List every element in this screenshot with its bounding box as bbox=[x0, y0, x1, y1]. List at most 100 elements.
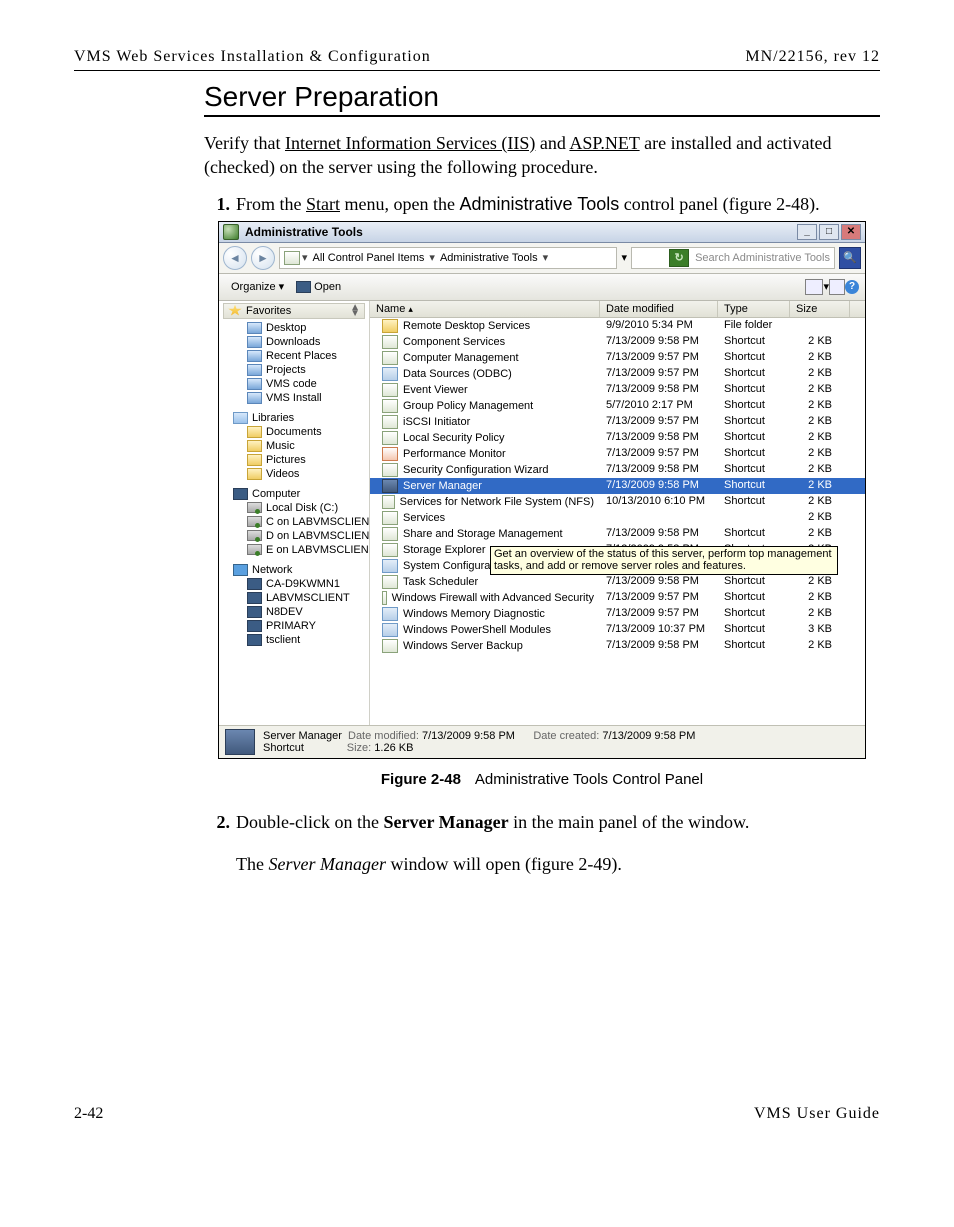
search-go-button[interactable]: 🔍 bbox=[839, 247, 861, 269]
list-item[interactable]: Local Security Policy7/13/2009 9:58 PMSh… bbox=[370, 430, 865, 446]
folder-icon bbox=[247, 454, 262, 466]
col-date[interactable]: Date modified bbox=[600, 301, 718, 317]
header-rule bbox=[74, 70, 880, 71]
forward-button[interactable]: ► bbox=[251, 246, 275, 270]
details-pane: Server Manager Date modified: 7/13/2009 … bbox=[219, 725, 865, 758]
open-button[interactable]: Open bbox=[290, 279, 347, 295]
list-item[interactable]: Share and Storage Management7/13/2009 9:… bbox=[370, 526, 865, 542]
col-type[interactable]: Type bbox=[718, 301, 790, 317]
sidebar-item[interactable]: CA-D9KWMN1 bbox=[219, 577, 369, 591]
sidebar-item[interactable]: C on LABVMSCLIENT bbox=[219, 515, 369, 529]
sidebar-item[interactable]: Documents bbox=[219, 425, 369, 439]
minimize-button[interactable]: _ bbox=[797, 224, 817, 240]
list-item[interactable]: Event Viewer7/13/2009 9:58 PMShortcut2 K… bbox=[370, 382, 865, 398]
back-button[interactable]: ◄ bbox=[223, 246, 247, 270]
folder-icon bbox=[247, 392, 262, 404]
sidebar-item[interactable]: PRIMARY bbox=[219, 619, 369, 633]
shortcut-icon bbox=[382, 335, 398, 349]
window-titlebar[interactable]: Administrative Tools _ □ ✕ bbox=[219, 222, 865, 243]
preview-pane-button[interactable] bbox=[829, 279, 845, 295]
sidebar-item[interactable]: Pictures bbox=[219, 453, 369, 467]
sidebar-item[interactable]: LABVMSCLIENT bbox=[219, 591, 369, 605]
refresh-icon[interactable]: ↻ bbox=[669, 249, 689, 267]
list-item[interactable]: Data Sources (ODBC)7/13/2009 9:57 PMShor… bbox=[370, 366, 865, 382]
folder-icon bbox=[382, 319, 398, 333]
search-input[interactable]: ↻ Search Administrative Tools bbox=[631, 247, 835, 269]
organize-menu[interactable]: Organize ▾ bbox=[225, 278, 290, 295]
shortcut-icon bbox=[382, 559, 398, 573]
sidebar-item[interactable]: VMS code bbox=[219, 377, 369, 391]
sidebar-item[interactable]: Recent Places bbox=[219, 349, 369, 363]
col-size[interactable]: Size bbox=[790, 301, 850, 317]
control-panel-icon bbox=[284, 251, 300, 265]
folder-icon bbox=[247, 378, 262, 390]
intro-paragraph: Verify that Internet Information Service… bbox=[204, 131, 880, 180]
list-item[interactable]: Remote Desktop Services9/9/2010 5:34 PMF… bbox=[370, 318, 865, 334]
section-rule bbox=[204, 115, 880, 117]
list-item[interactable]: Windows Memory Diagnostic7/13/2009 9:57 … bbox=[370, 606, 865, 622]
shortcut-icon bbox=[382, 447, 398, 461]
sidebar-item[interactable]: Videos bbox=[219, 467, 369, 481]
list-item[interactable]: Performance Monitor7/13/2009 9:57 PMShor… bbox=[370, 446, 865, 462]
system-menu-icon[interactable] bbox=[223, 224, 239, 240]
maximize-button[interactable]: □ bbox=[819, 224, 839, 240]
sidebar-item[interactable]: Music bbox=[219, 439, 369, 453]
folder-icon bbox=[247, 336, 262, 348]
sidebar-item[interactable]: VMS Install bbox=[219, 391, 369, 405]
list-item[interactable]: iSCSI Initiator7/13/2009 9:57 PMShortcut… bbox=[370, 414, 865, 430]
drive-icon bbox=[247, 530, 262, 541]
sidebar-item[interactable]: N8DEV bbox=[219, 605, 369, 619]
close-button[interactable]: ✕ bbox=[841, 224, 861, 240]
section-title: Server Preparation bbox=[204, 81, 880, 113]
view-options-button[interactable] bbox=[805, 279, 823, 295]
shortcut-icon bbox=[382, 543, 398, 557]
shortcut-icon bbox=[382, 607, 398, 621]
col-name[interactable]: Name ▴ bbox=[370, 301, 600, 317]
sidebar-item[interactable]: E on LABVMSCLIENT bbox=[219, 543, 369, 557]
list-item[interactable]: Computer Management7/13/2009 9:57 PMShor… bbox=[370, 350, 865, 366]
sidebar-item[interactable]: D on LABVMSCLIENT bbox=[219, 529, 369, 543]
explorer-toolbar: Organize ▾ Open ▾ ? bbox=[219, 274, 865, 301]
shortcut-icon bbox=[382, 591, 387, 605]
sidebar-item[interactable]: Local Disk (C:) bbox=[219, 501, 369, 515]
shortcut-icon bbox=[382, 623, 398, 637]
screenshot-admin-tools: Administrative Tools _ □ ✕ ◄ ► ▾ All Con… bbox=[218, 221, 866, 759]
list-item[interactable]: Component Services7/13/2009 9:58 PMShort… bbox=[370, 334, 865, 350]
list-item[interactable]: Group Policy Management5/7/2010 2:17 PMS… bbox=[370, 398, 865, 414]
sidebar-item[interactable]: tsclient bbox=[219, 633, 369, 647]
page-number: 2-42 bbox=[74, 1105, 103, 1123]
folder-icon bbox=[247, 620, 262, 632]
breadcrumb[interactable]: ▾ All Control Panel Items ▾ Administrati… bbox=[279, 247, 617, 269]
folder-icon bbox=[247, 578, 262, 590]
sidebar-item[interactable]: Projects bbox=[219, 363, 369, 377]
list-item[interactable]: Services for Network File System (NFS)10… bbox=[370, 494, 865, 510]
details-thumbnail-icon bbox=[225, 729, 255, 755]
folder-icon bbox=[247, 468, 262, 480]
list-item[interactable]: Server Manager7/13/2009 9:58 PMShortcut2… bbox=[370, 478, 865, 494]
drive-icon bbox=[247, 544, 262, 555]
list-item[interactable]: Security Configuration Wizard7/13/2009 9… bbox=[370, 462, 865, 478]
sidebar-item[interactable]: Downloads bbox=[219, 335, 369, 349]
shortcut-icon bbox=[382, 383, 398, 397]
list-item[interactable]: Task Scheduler7/13/2009 9:58 PMShortcut2… bbox=[370, 574, 865, 590]
folder-icon bbox=[247, 634, 262, 646]
sidebar-item[interactable]: Desktop bbox=[219, 321, 369, 335]
shortcut-icon bbox=[382, 495, 395, 509]
folder-icon bbox=[247, 350, 262, 362]
list-item[interactable]: Windows Firewall with Advanced Security7… bbox=[370, 590, 865, 606]
drive-icon bbox=[247, 502, 262, 513]
network-header[interactable]: Network bbox=[219, 563, 369, 577]
column-headers[interactable]: Name ▴ Date modified Type Size bbox=[370, 301, 865, 318]
computer-header[interactable]: Computer bbox=[219, 487, 369, 501]
folder-icon bbox=[247, 426, 262, 438]
list-item[interactable]: Services2 KB bbox=[370, 510, 865, 526]
shortcut-icon bbox=[382, 351, 398, 365]
shortcut-icon bbox=[382, 415, 398, 429]
favorites-header[interactable]: Favorites ▲▼ bbox=[223, 303, 365, 319]
list-item[interactable]: Windows PowerShell Modules7/13/2009 10:3… bbox=[370, 622, 865, 638]
help-button[interactable]: ? bbox=[845, 280, 859, 294]
list-item[interactable]: Windows Server Backup7/13/2009 9:58 PMSh… bbox=[370, 638, 865, 654]
shortcut-icon bbox=[382, 511, 398, 525]
libraries-icon bbox=[233, 412, 248, 424]
libraries-header[interactable]: Libraries bbox=[219, 411, 369, 425]
